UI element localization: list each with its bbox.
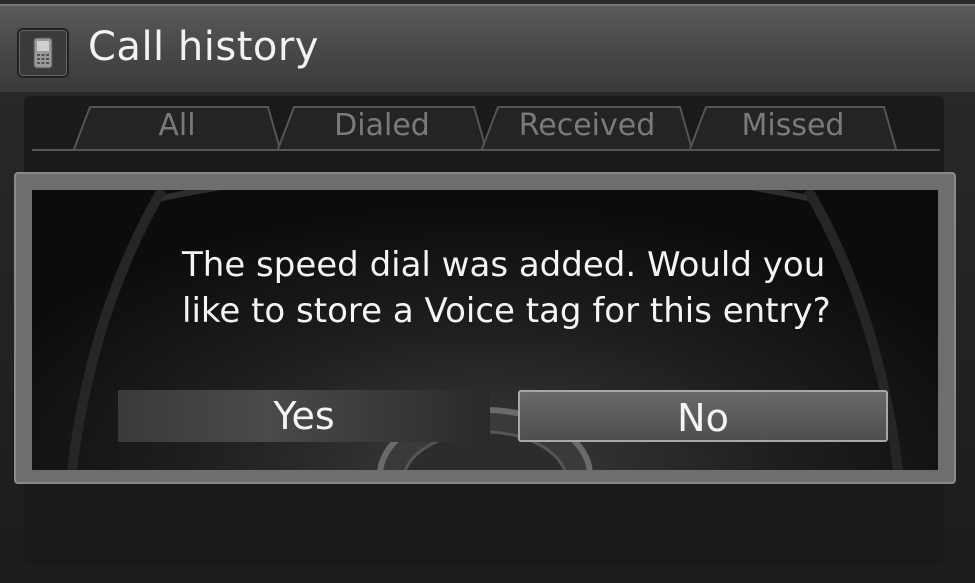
header-bar: Call history [0,4,975,92]
tab-dialed[interactable]: Dialed [276,103,488,150]
tab-missed[interactable]: Missed [688,103,898,150]
page-title: Call history [88,24,319,70]
tab-dialed-label: Dialed [334,108,430,143]
dialog-message: The speed dial was added. Would you like… [182,242,882,334]
dialog-message-line2: like to store a Voice tag for this entry… [182,291,831,331]
confirmation-dialog: The speed dial was added. Would you like… [14,172,956,484]
tab-received-label: Received [518,108,656,143]
dialog-panel: The speed dial was added. Would you like… [32,190,938,470]
dialog-message-line1: The speed dial was added. Would you [182,245,826,285]
screen: Call history All Dialed Received Missed [0,0,975,583]
tab-missed-label: Missed [741,108,845,143]
yes-button[interactable]: Yes [118,390,490,442]
no-button[interactable]: No [518,390,888,442]
tab-all-label: All [158,108,196,143]
tab-received[interactable]: Received [480,103,694,150]
tab-bar: All Dialed Received Missed [72,103,902,151]
tab-all[interactable]: All [72,103,282,150]
tab-divider [32,149,940,151]
phone-icon [17,28,69,78]
